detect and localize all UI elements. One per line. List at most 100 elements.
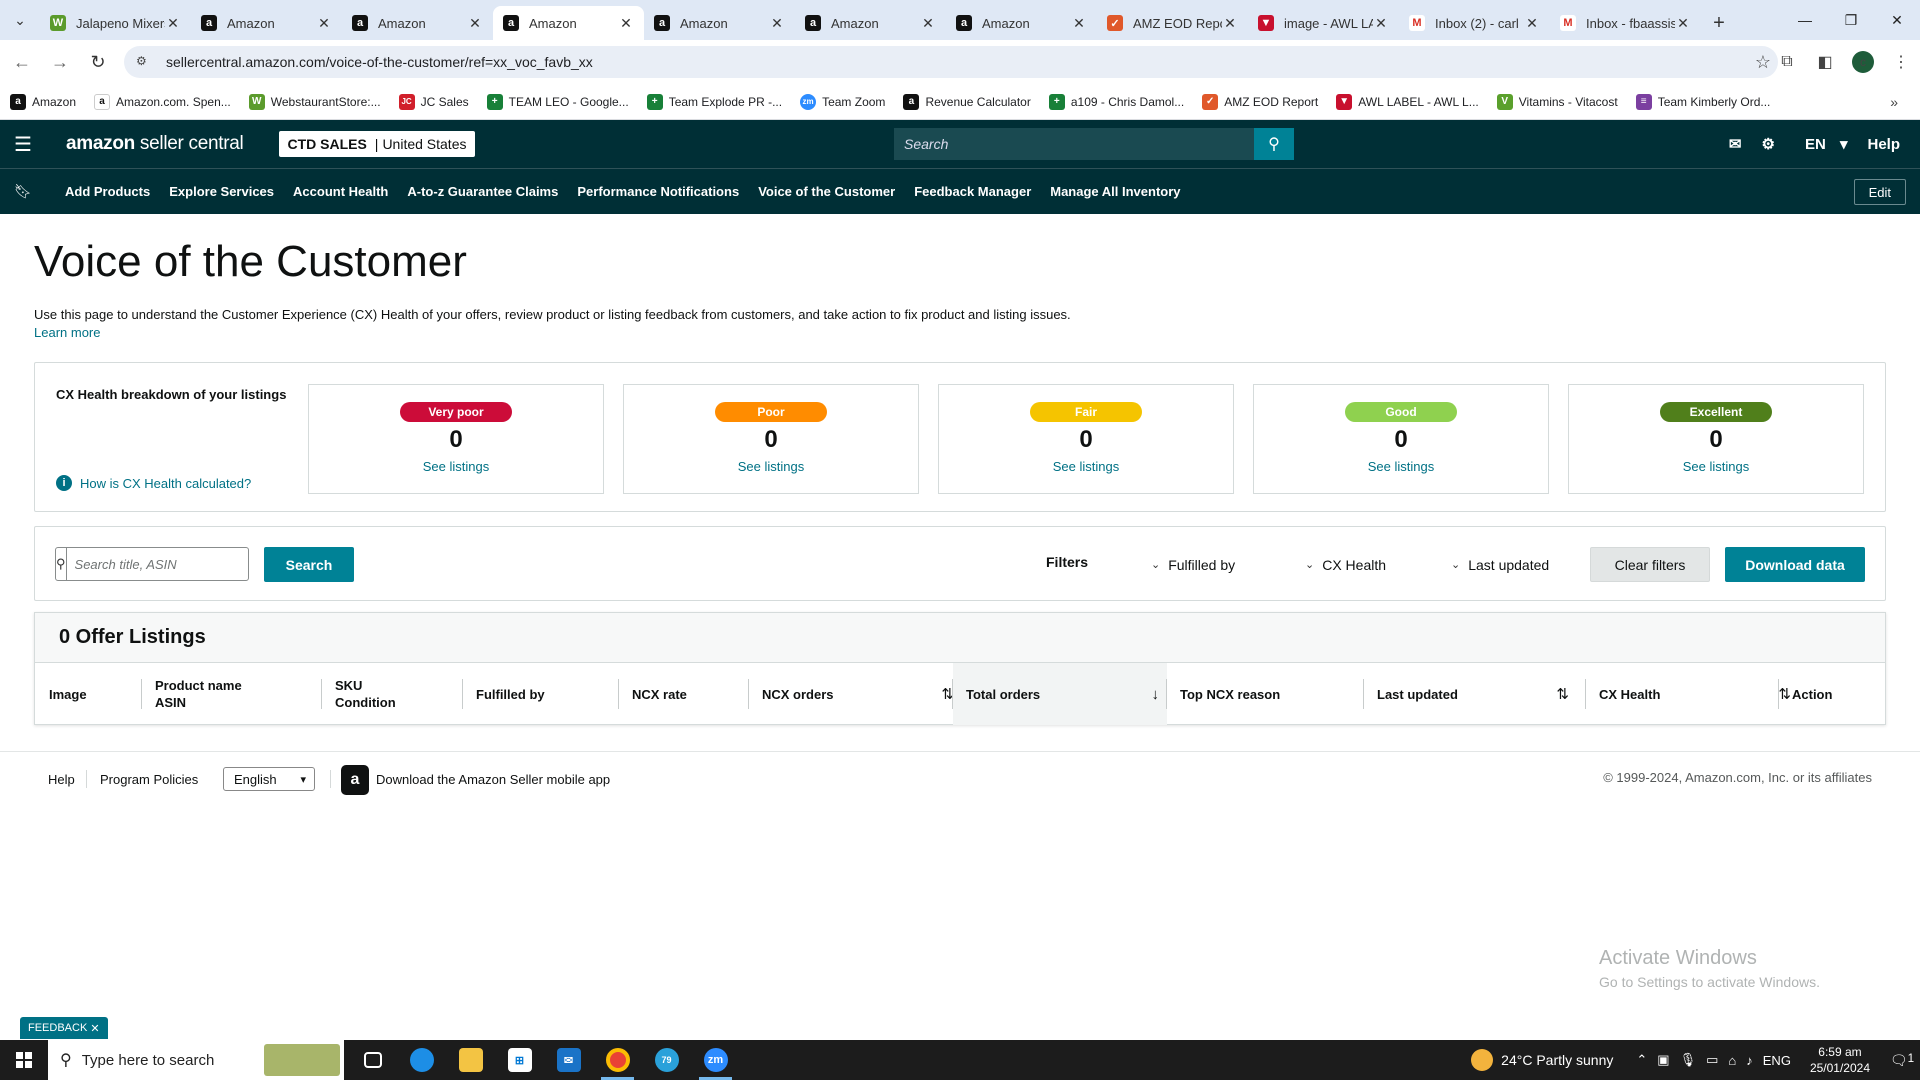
mail-app-icon[interactable]: ✉ — [544, 1040, 593, 1080]
nav-performance-notifications[interactable]: Performance Notifications — [577, 184, 739, 199]
sort-icon[interactable]: ⇅ — [1778, 686, 1791, 703]
nav-manage-all-inventory[interactable]: Manage All Inventory — [1050, 184, 1180, 199]
browser-tab[interactable]: a Amazon ✕ — [191, 6, 342, 40]
header-search-input[interactable] — [894, 128, 1254, 160]
browser-tab[interactable]: a Amazon ✕ — [795, 6, 946, 40]
see-listings-link[interactable]: See listings — [939, 459, 1233, 474]
cx-health-how-link[interactable]: i How is CX Health calculated? — [56, 475, 251, 491]
reload-icon[interactable]: ↻ — [82, 46, 114, 78]
browser-tab[interactable]: ▼ image - AWL LABEL✕ — [1248, 6, 1399, 40]
microphone-icon[interactable]: 🎙︎ — [1680, 1052, 1697, 1068]
bookmark-item[interactable]: a Amazon.com. Spen... — [94, 93, 231, 110]
column-last-updated[interactable]: Last updated ⇅ — [1377, 663, 1577, 725]
account-switcher[interactable]: CTD SALES | United States — [279, 131, 475, 157]
profile-avatar[interactable]: c — [1852, 51, 1874, 73]
nav-explore-services[interactable]: Explore Services — [169, 184, 274, 199]
language-selector[interactable]: EN ▾ — [1795, 135, 1848, 153]
zoom-app-icon[interactable]: zm — [691, 1040, 740, 1080]
browser-tab[interactable]: a Amazon ✕ — [644, 6, 795, 40]
bookmark-item[interactable]: a Revenue Calculator — [903, 93, 1031, 110]
nav-feedback-manager[interactable]: Feedback Manager — [914, 184, 1031, 199]
search-button[interactable]: Search — [264, 547, 354, 582]
url-text[interactable]: sellercentral.amazon.com/voice-of-the-cu… — [166, 54, 1748, 70]
bookmark-item[interactable]: ✓ AMZ EOD Report — [1202, 93, 1318, 110]
download-data-button[interactable]: Download data — [1725, 547, 1865, 582]
learn-more-link[interactable]: Learn more — [34, 325, 100, 340]
close-tab-icon[interactable]: ✕ — [1071, 15, 1087, 32]
meet-now-icon[interactable]: ▣ — [1657, 1052, 1669, 1068]
column-cx-health[interactable]: CX Health ⇅ — [1599, 663, 1799, 725]
restore-icon[interactable]: ❐ — [1828, 0, 1874, 40]
volume-icon[interactable]: ♪ — [1746, 1053, 1753, 1068]
close-tab-icon[interactable]: ✕ — [467, 15, 483, 32]
cx-health-dropdown[interactable]: ⌄ CX Health — [1305, 547, 1386, 582]
browser-tab[interactable]: W Jalapeno Mixers ✕ — [40, 6, 191, 40]
taskbar-search[interactable]: ⚲ Type here to search — [48, 1040, 344, 1080]
close-tab-icon[interactable]: ✕ — [1524, 15, 1540, 32]
close-tab-icon[interactable]: ✕ — [769, 15, 785, 32]
close-tab-icon[interactable]: ✕ — [165, 15, 181, 32]
nav-add-products[interactable]: Add Products — [65, 184, 150, 199]
nav-account-health[interactable]: Account Health — [293, 184, 388, 199]
nav-a-to-z-claims[interactable]: A-to-z Guarantee Claims — [407, 184, 558, 199]
bookmark-item[interactable]: + a109 - Chris Damol... — [1048, 93, 1184, 110]
task-view-icon[interactable] — [348, 1040, 397, 1080]
chevron-up-icon[interactable]: ⌃ — [1636, 1052, 1647, 1068]
bookmark-item[interactable]: V Vitamins - Vitacost — [1496, 93, 1618, 110]
browser-tab[interactable]: ✓ AMZ EOD Report✕ — [1097, 6, 1248, 40]
close-tab-icon[interactable]: ✕ — [316, 15, 332, 32]
minimize-icon[interactable]: — — [1782, 0, 1828, 40]
footer-help-link[interactable]: Help — [48, 772, 75, 787]
column-total-orders[interactable]: Total orders ↓ — [953, 663, 1167, 725]
clock[interactable]: 6:59 am 25/01/2024 — [1810, 1044, 1870, 1076]
search-icon[interactable]: ⚲ — [1254, 128, 1294, 160]
listing-search-input[interactable] — [66, 548, 253, 580]
bookmark-item[interactable]: + TEAM LEO - Google... — [486, 93, 629, 110]
download-app-link[interactable]: Download the Amazon Seller mobile app — [376, 772, 610, 787]
close-tab-icon[interactable]: ✕ — [618, 15, 634, 32]
last-updated-dropdown[interactable]: ⌄ Last updated — [1451, 547, 1549, 582]
telegram-icon[interactable]: 79 — [642, 1040, 691, 1080]
new-tab-icon[interactable]: + — [1701, 6, 1737, 40]
browser-tab[interactable]: a Amazon ✕ — [342, 6, 493, 40]
browser-tab[interactable]: a Amazon ✕ — [946, 6, 1097, 40]
bookmark-item[interactable]: W WebstaurantStore:... — [248, 93, 381, 110]
bookmark-item[interactable]: ▼ AWL LABEL - AWL L... — [1336, 93, 1479, 110]
address-bar[interactable]: ⚙ sellercentral.amazon.com/voice-of-the-… — [124, 46, 1778, 78]
see-listings-link[interactable]: See listings — [624, 459, 918, 474]
store-icon[interactable]: ⊞ — [495, 1040, 544, 1080]
close-window-icon[interactable]: ✕ — [1874, 0, 1920, 40]
bookmark-item[interactable]: zm Team Zoom — [800, 93, 885, 110]
close-icon[interactable]: ✕ — [90, 1022, 99, 1035]
bookmark-item[interactable]: ≡ Team Kimberly Ord... — [1635, 93, 1770, 110]
extensions-icon[interactable]: ⧉ — [1768, 53, 1806, 71]
browser-tab[interactable]: M Inbox (2) - carl ✕ — [1399, 6, 1550, 40]
display-icon[interactable]: ▭ — [1706, 1052, 1718, 1068]
sort-desc-icon[interactable]: ↓ — [1152, 686, 1160, 703]
mail-icon[interactable]: ✉ — [1729, 135, 1742, 153]
program-policies-link[interactable]: Program Policies — [100, 772, 198, 787]
clear-filters-button[interactable]: Clear filters — [1590, 547, 1710, 582]
settings-gear-icon[interactable]: ⚙ — [1761, 135, 1774, 153]
tab-search-button[interactable]: ⌄ — [0, 0, 40, 40]
bookmark-item[interactable]: + Team Explode PR -... — [646, 93, 782, 110]
browser-tab-active[interactable]: a Amazon ✕ — [493, 6, 644, 40]
close-tab-icon[interactable]: ✕ — [1222, 15, 1238, 32]
see-listings-link[interactable]: See listings — [309, 459, 603, 474]
forward-icon[interactable]: → — [44, 46, 76, 78]
bookmark-item[interactable]: a Amazon — [10, 93, 76, 110]
file-explorer-icon[interactable] — [446, 1040, 495, 1080]
see-listings-link[interactable]: See listings — [1254, 459, 1548, 474]
input-language[interactable]: ENG — [1763, 1053, 1791, 1068]
nav-voice-of-the-customer[interactable]: Voice of the Customer — [758, 184, 895, 199]
network-icon[interactable]: ⌂ — [1728, 1053, 1736, 1068]
back-icon[interactable]: ← — [6, 46, 38, 78]
start-button[interactable] — [0, 1040, 48, 1080]
edge-icon[interactable] — [397, 1040, 446, 1080]
close-tab-icon[interactable]: ✕ — [1675, 15, 1691, 32]
weather-widget[interactable]: 24°C Partly sunny — [1471, 1049, 1613, 1071]
amazon-app-icon[interactable]: a — [341, 765, 369, 795]
sort-icon[interactable]: ⇅ — [1556, 686, 1569, 703]
more-bookmarks-icon[interactable]: » — [1890, 94, 1898, 110]
edit-nav-button[interactable]: Edit — [1853, 179, 1906, 205]
